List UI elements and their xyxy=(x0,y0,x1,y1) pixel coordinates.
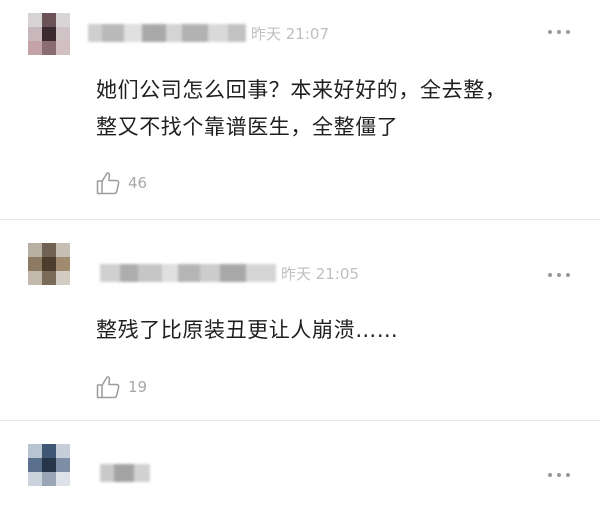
more-dots-icon[interactable] xyxy=(548,27,570,37)
avatar[interactable] xyxy=(28,444,70,486)
username-blurred[interactable] xyxy=(100,464,150,482)
comment-text: 她们公司怎么回事？本来好好的，全去整， 整又不找个靠谱医生，全整僵了 xyxy=(96,72,566,146)
like-count: 46 xyxy=(128,174,148,192)
avatar[interactable] xyxy=(28,243,70,285)
thumbs-up-outline-icon xyxy=(96,172,120,195)
avatar[interactable] xyxy=(28,13,70,55)
comment-text-line: 她们公司怎么回事？本来好好的，全去整， xyxy=(96,78,507,102)
comment-feed: 昨天 21:07 她们公司怎么回事？本来好好的，全去整， 整又不找个靠谱医生，全… xyxy=(0,0,600,508)
username-blurred[interactable] xyxy=(88,24,246,42)
more-dots-icon[interactable] xyxy=(548,470,570,480)
comment-text-line: 整又不找个靠谱医生，全整僵了 xyxy=(96,115,399,139)
like-count: 19 xyxy=(128,378,148,396)
comment-item: 昨天 21:07 她们公司怎么回事？本来好好的，全去整， 整又不找个靠谱医生，全… xyxy=(0,0,600,220)
thumbs-up-outline-icon xyxy=(96,376,120,399)
like-button[interactable]: 46 xyxy=(96,170,147,196)
comment-item: 昨天 21:05 整残了比原装丑更让人崩溃…… 19 xyxy=(0,220,600,420)
username-blurred[interactable] xyxy=(100,264,276,282)
comment-text-line: 整残了比原装丑更让人崩溃…… xyxy=(96,318,399,342)
like-button[interactable]: 19 xyxy=(96,374,147,400)
comment-time: 昨天 21:05 xyxy=(281,265,359,283)
comment-text: 整残了比原装丑更让人崩溃…… xyxy=(96,312,566,349)
comment-time: 昨天 21:07 xyxy=(251,25,329,43)
comment-item xyxy=(0,421,600,508)
more-dots-icon[interactable] xyxy=(548,270,570,280)
